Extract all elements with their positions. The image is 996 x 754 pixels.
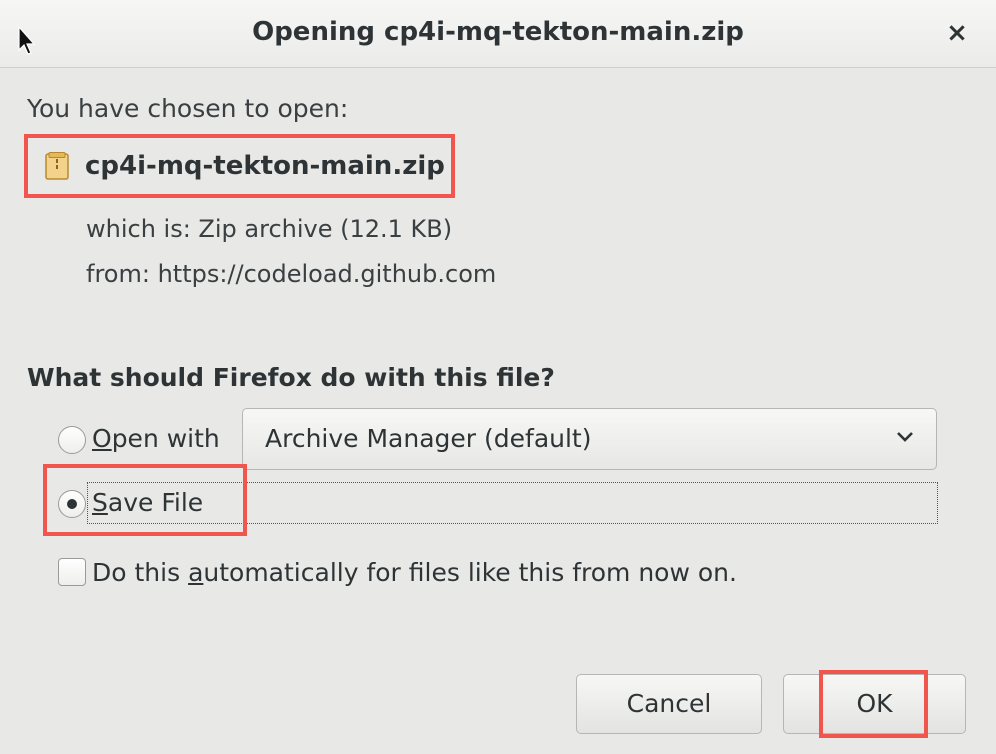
- open-with-radio[interactable]: [58, 426, 86, 454]
- file-source: from: https://codeload.github.com: [86, 260, 497, 288]
- chevron-down-icon: [897, 432, 913, 442]
- file-type: which is: Zip archive (12.1 KB): [86, 215, 453, 243]
- open-with-label[interactable]: Open with: [92, 424, 220, 453]
- title-bar: Opening cp4i-mq-tekton-main.zip ×: [0, 0, 996, 68]
- cursor-icon: [18, 26, 36, 55]
- window-title: Opening cp4i-mq-tekton-main.zip: [252, 17, 744, 47]
- save-file-label[interactable]: Save File: [92, 488, 203, 517]
- archive-file-icon: [45, 152, 69, 180]
- auto-checkbox-label[interactable]: Do this automatically for files like thi…: [92, 558, 737, 587]
- save-file-focus-ring: [87, 482, 938, 524]
- file-name: cp4i-mq-tekton-main.zip: [85, 151, 445, 181]
- dialog-body: You have chosen to open: cp4i-mq-tekton-…: [0, 68, 996, 754]
- ok-button[interactable]: OK: [783, 674, 966, 734]
- action-question: What should Firefox do with this file?: [27, 363, 555, 392]
- close-icon: ×: [946, 18, 968, 48]
- cancel-button[interactable]: Cancel: [576, 674, 762, 734]
- file-row: cp4i-mq-tekton-main.zip: [45, 151, 445, 181]
- open-with-app-value: Archive Manager (default): [265, 424, 592, 453]
- close-button[interactable]: ×: [940, 16, 974, 50]
- save-file-radio[interactable]: [58, 490, 86, 518]
- auto-checkbox[interactable]: [58, 558, 86, 586]
- open-with-app-dropdown[interactable]: Archive Manager (default): [242, 408, 937, 470]
- intro-text: You have chosen to open:: [27, 94, 349, 123]
